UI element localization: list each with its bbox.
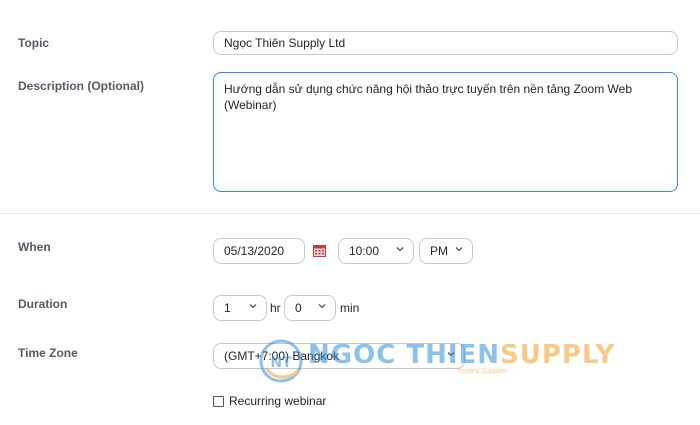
description-value: Hướng dẫn sử dụng chức năng hội thảo trự… xyxy=(224,82,633,112)
brand-logo-icon: NT xyxy=(259,339,303,383)
duration-hours-value: 1 xyxy=(224,301,231,315)
description-label: Description (Optional) xyxy=(18,79,144,93)
ampm-value: PM xyxy=(430,244,448,258)
calendar-icon[interactable] xyxy=(313,244,326,257)
brand-name-part2: SUPPLY xyxy=(500,340,616,370)
brand-watermark: NT NGOC THIENSUPPLY Trusted Supplier xyxy=(258,336,614,388)
chevron-down-icon xyxy=(318,302,326,310)
time-select[interactable]: 10:00 xyxy=(338,238,414,264)
section-divider xyxy=(0,213,700,214)
time-value: 10:00 xyxy=(349,244,380,258)
brand-tagline: Trusted Supplier xyxy=(456,368,507,375)
chevron-down-icon xyxy=(455,245,463,253)
date-input[interactable]: 05/13/2020 xyxy=(213,238,305,264)
timezone-label: Time Zone xyxy=(18,346,78,360)
duration-minutes-select[interactable]: 0 xyxy=(284,295,336,321)
topic-input[interactable]: Ngọc Thiên Supply Ltd xyxy=(213,31,678,55)
brand-name: NGOC THIENSUPPLY xyxy=(308,340,615,370)
brand-name-part1: NGOC THIEN xyxy=(308,340,501,370)
duration-minutes-value: 0 xyxy=(295,301,302,315)
ampm-select[interactable]: PM xyxy=(419,238,473,264)
duration-label: Duration xyxy=(18,297,68,311)
recurring-checkbox[interactable] xyxy=(213,396,224,407)
hours-unit: hr xyxy=(270,301,281,315)
chevron-down-icon xyxy=(396,245,404,253)
date-value: 05/13/2020 xyxy=(224,244,285,258)
duration-hours-select[interactable]: 1 xyxy=(213,295,267,321)
when-label: When xyxy=(18,240,51,254)
svg-text:NT: NT xyxy=(270,355,292,371)
minutes-unit: min xyxy=(340,301,360,315)
topic-label: Topic xyxy=(18,36,50,50)
description-textarea[interactable]: Hướng dẫn sử dụng chức năng hội thảo trự… xyxy=(213,72,678,192)
chevron-down-icon xyxy=(249,302,257,310)
topic-value: Ngọc Thiên Supply Ltd xyxy=(224,36,346,50)
recurring-label[interactable]: Recurring webinar xyxy=(229,394,326,408)
